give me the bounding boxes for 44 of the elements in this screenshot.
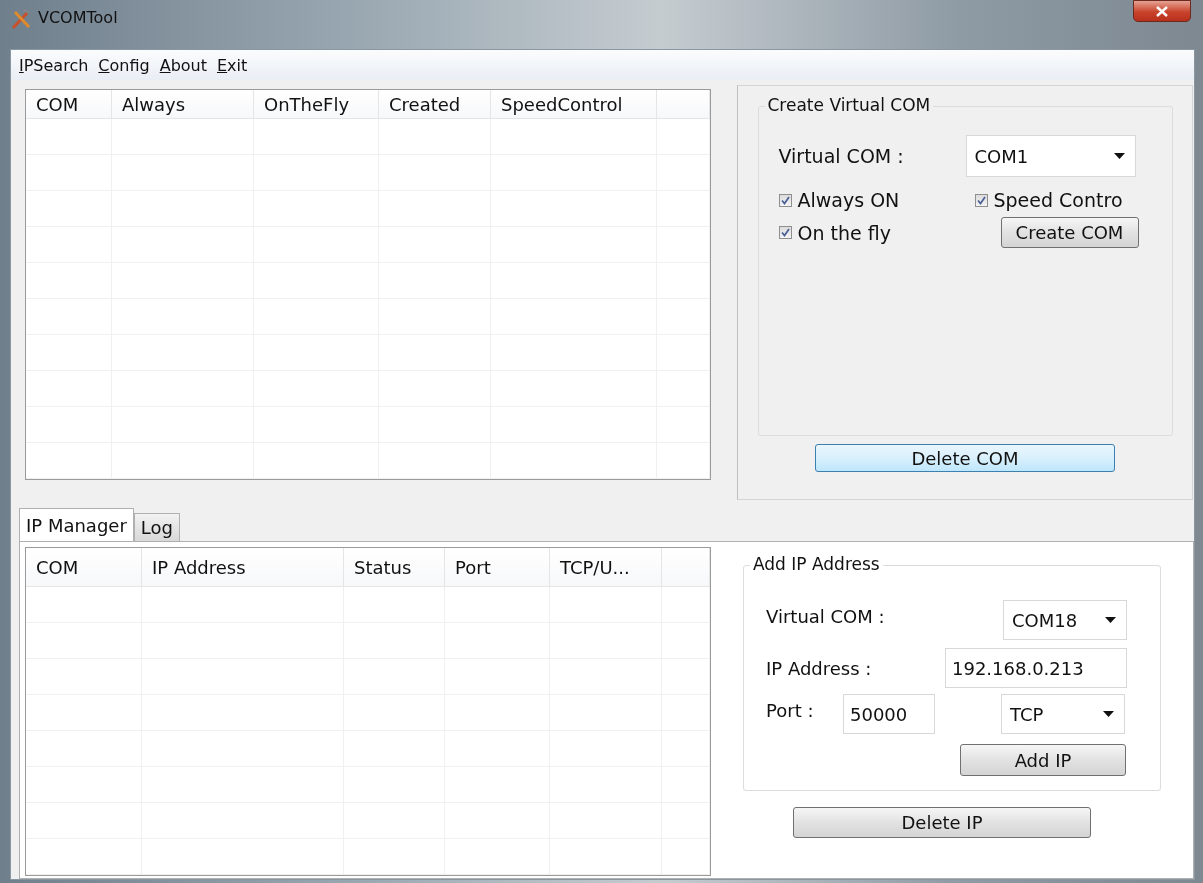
caret-icon <box>1105 616 1116 624</box>
column-header[interactable]: COM <box>26 90 112 118</box>
column-header[interactable]: SpeedControl <box>491 90 657 118</box>
column-header[interactable]: COM <box>26 548 142 586</box>
tab[interactable]: Log <box>133 513 180 541</box>
close-button[interactable] <box>1133 0 1191 22</box>
column-header[interactable]: IP Address <box>142 548 344 586</box>
column-header[interactable]: Created <box>379 90 491 118</box>
dropdown[interactable]: COM1 <box>965 135 1136 177</box>
column-header[interactable]: Port <box>445 548 550 586</box>
checkbox-label: On the fly <box>797 221 891 244</box>
create-com-button[interactable]: Create COM <box>1000 217 1139 248</box>
window-title: VCOMTool <box>38 8 118 27</box>
field-label: Virtual COM : <box>766 605 885 627</box>
port-field[interactable]: 50000 <box>843 694 935 734</box>
tools-icon <box>10 8 32 30</box>
tab[interactable]: IP Manager <box>19 508 134 541</box>
checkbox-label: Always ON <box>797 189 900 211</box>
column-header[interactable]: TCP/U... <box>550 548 662 586</box>
checkbox[interactable] <box>778 193 792 207</box>
field-label: Port : <box>766 700 815 721</box>
menu-item[interactable]: About <box>159 55 207 75</box>
field-label: IP Address : <box>766 657 872 679</box>
ip-address-field[interactable]: 192.168.0.213 <box>945 648 1127 688</box>
column-header[interactable]: Status <box>344 548 445 586</box>
checkbox[interactable] <box>974 193 988 207</box>
checkbox-label: Speed Contro <box>993 189 1123 211</box>
close-icon <box>1156 5 1168 17</box>
menu-item[interactable]: Config <box>98 55 150 75</box>
menu-item[interactable]: IPSearch <box>19 55 89 75</box>
delete-com-button[interactable]: Delete COM <box>815 444 1115 472</box>
menu-item[interactable]: Exit <box>217 55 248 75</box>
ip-list[interactable]: COM IP Address Status Port TCP/U... <box>25 547 711 876</box>
column-header[interactable]: Always <box>112 90 254 118</box>
dropdown[interactable]: TCP <box>1001 694 1125 734</box>
column-header[interactable]: OnTheFly <box>254 90 379 118</box>
field-label: Virtual COM : <box>778 145 905 167</box>
dropdown[interactable]: COM18 <box>1003 600 1127 640</box>
delete-ip-button[interactable]: Delete IP <box>793 807 1091 838</box>
com-list[interactable]: COM Always OnTheFly Created SpeedControl <box>25 89 711 480</box>
caret-icon <box>1103 710 1114 718</box>
add-ip-button[interactable]: Add IP <box>960 744 1126 776</box>
checkbox[interactable] <box>778 226 792 239</box>
caret-icon <box>1113 152 1125 160</box>
